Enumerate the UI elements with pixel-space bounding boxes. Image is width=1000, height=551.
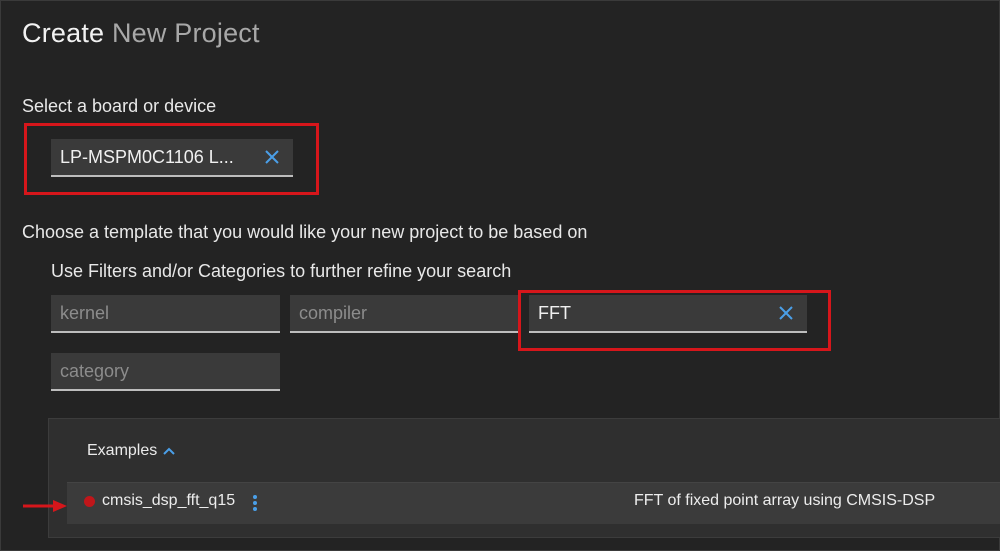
page-title: Create New Project — [22, 17, 260, 49]
result-name[interactable]: cmsis_dsp_fft_q15 — [102, 492, 235, 510]
device-highlight-box — [24, 123, 319, 195]
template-label: Choose a template that you would like yo… — [22, 222, 588, 242]
filter-hint: Use Filters and/or Categories to further… — [51, 261, 512, 281]
compiler-filter[interactable] — [290, 295, 519, 333]
status-dot-icon — [84, 496, 95, 507]
title-rest: New Project — [111, 18, 260, 48]
category-input[interactable] — [51, 353, 280, 389]
result-description: FFT of fixed point array using CMSIS-DSP — [634, 492, 936, 509]
compiler-input[interactable] — [290, 295, 519, 331]
title-first-word: Create — [22, 18, 105, 48]
create-project-dialog: Create New Project Select a board or dev… — [0, 0, 1000, 551]
device-label: Select a board or device — [22, 96, 217, 116]
chevron-up-icon — [163, 447, 175, 455]
category-filter[interactable] — [51, 353, 280, 391]
search-highlight-box — [518, 290, 831, 351]
kernel-input[interactable] — [51, 295, 280, 331]
red-arrow-icon — [23, 500, 67, 512]
more-options-icon[interactable] — [252, 495, 258, 511]
examples-label: Examples — [87, 442, 158, 459]
examples-toggle[interactable]: Examples — [87, 442, 175, 460]
kernel-filter[interactable] — [51, 295, 280, 333]
